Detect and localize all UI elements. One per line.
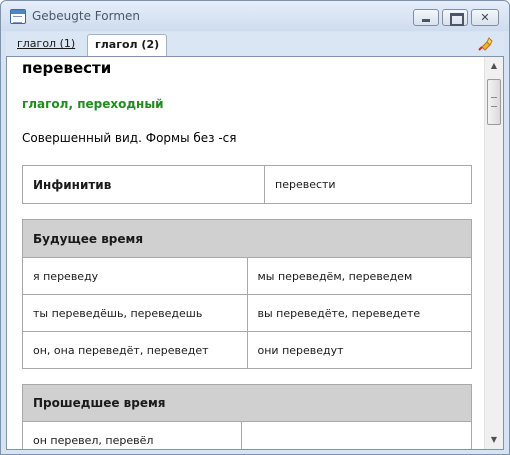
table-cell: мы переведём, переведем — [246, 257, 472, 295]
part-of-speech: глагол, переходный — [22, 97, 164, 111]
past-tense-header: Прошедшее время — [22, 384, 472, 422]
window-title: Gebeugte Formen — [32, 9, 141, 23]
table-row: он, она переведёт, переведет они перевед… — [22, 331, 472, 369]
table-cell: я переведу — [22, 257, 248, 295]
headword: перевести — [22, 59, 112, 77]
table-row: Инфинитив перевести — [22, 165, 472, 204]
infinitive-label: Инфинитив — [22, 165, 265, 204]
forms-content: перевести глагол, переходный Совершенный… — [7, 57, 484, 449]
tab-verb-2[interactable]: глагол (2) — [87, 34, 168, 56]
vertical-scrollbar[interactable]: ▲ ▼ — [484, 57, 503, 449]
close-button[interactable] — [471, 9, 499, 26]
title-bar[interactable]: Gebeugte Formen — [1, 1, 509, 31]
aspect-note: Совершенный вид. Формы без -ся — [22, 131, 237, 145]
tab-bar: глагол (1) глагол (2) — [6, 32, 504, 56]
infinitive-value: перевести — [264, 165, 472, 204]
infinitive-table: Инфинитив перевести — [22, 165, 472, 204]
table-cell: он, она переведёт, переведет — [22, 331, 248, 369]
table-cell: вы переведёте, переведете — [246, 294, 472, 332]
content-frame: перевести глагол, переходный Совершенный… — [6, 56, 504, 450]
table-cell: он перевел, перевёл — [22, 421, 242, 449]
table-header-row: Будущее время — [22, 219, 472, 258]
table-row: я переведу мы переведём, переведем — [22, 257, 472, 295]
future-tense-header: Будущее время — [22, 219, 472, 258]
table-cell: ты переведёшь, переведешь — [22, 294, 248, 332]
table-row: ты переведёшь, переведешь вы переведёте,… — [22, 294, 472, 332]
minimize-button[interactable] — [413, 9, 439, 26]
maximize-button[interactable] — [442, 9, 468, 26]
table-row: он перевел, перевёл — [22, 421, 472, 449]
table-cell: они переведут — [246, 331, 472, 369]
scroll-up-arrow-icon[interactable]: ▲ — [485, 58, 503, 74]
app-window-icon — [10, 9, 26, 24]
scroll-down-arrow-icon[interactable]: ▼ — [485, 432, 503, 448]
app-window: Gebeugte Formen глагол (1) глагол (2) пе… — [0, 0, 510, 455]
scroll-thumb[interactable] — [487, 79, 501, 125]
table-header-row: Прошедшее время — [22, 384, 472, 422]
table-cell — [241, 421, 472, 449]
tab-verb-1[interactable]: глагол (1) — [10, 34, 82, 56]
pin-icon[interactable] — [478, 36, 494, 52]
future-tense-table: Будущее время я переведу мы переведём, п… — [22, 219, 472, 369]
past-tense-table: Прошедшее время он перевел, перевёл — [22, 384, 472, 449]
